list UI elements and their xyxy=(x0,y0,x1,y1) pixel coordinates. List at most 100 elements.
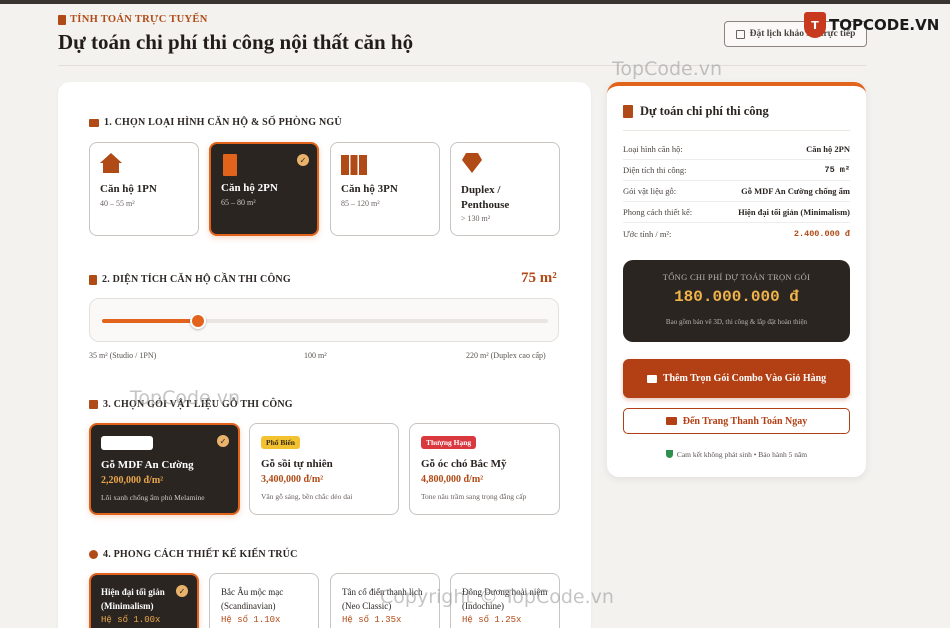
cart-icon xyxy=(646,374,657,383)
summary-title: Dự toán chi phí thi công xyxy=(623,104,769,119)
section-material-label: 3. CHỌN GÓI VẬT LIỆU GỖ THI CÔNG xyxy=(103,399,293,410)
window-top-strip xyxy=(0,0,950,4)
estimate-summary-card: Dự toán chi phí thi công Loại hình căn h… xyxy=(607,82,866,477)
material-price: 3,400,000 đ/m² xyxy=(261,474,324,485)
apartment-name: Căn hộ 1PN xyxy=(100,183,157,195)
house-icon xyxy=(100,153,122,173)
apartment-range: 40 – 55 m² xyxy=(100,199,135,208)
apartment-range: 65 – 80 m² xyxy=(221,198,256,207)
section-style-label: 4. PHONG CÁCH THIẾT KẾ KIẾN TRÚC xyxy=(103,549,298,560)
invoice-icon xyxy=(623,105,633,118)
watermark-logo: T TOPCODE.VN xyxy=(804,12,939,38)
row-key: Loại hình căn hộ: xyxy=(623,144,683,154)
material-name: Gỗ MDF An Cường xyxy=(101,459,194,471)
style-option-indochine[interactable]: Đông Dương hoài niệm (Indochine) Hệ số 1… xyxy=(450,573,560,628)
material-option-mdf[interactable]: ✓ Gỗ MDF An Cường 2,200,000 đ/m² Lõi xan… xyxy=(89,423,240,515)
area-slider-track[interactable] xyxy=(102,313,548,329)
summary-title-label: Dự toán chi phí thi công xyxy=(640,104,769,118)
apartment-option-duplex[interactable]: Duplex / Penthouse > 130 m² xyxy=(450,142,560,236)
summary-row-area: Diện tích thi công: 75 m² xyxy=(623,160,850,181)
ruler-icon xyxy=(89,274,97,285)
palette-icon xyxy=(89,550,98,559)
style-coef: Hệ số 1.10x xyxy=(221,615,281,625)
style-option-neoclassic[interactable]: Tân cổ điển thanh lịch (Neo Classic) Hệ … xyxy=(330,573,440,628)
row-key: Ước tính / m²: xyxy=(623,228,672,239)
style-coef: Hệ số 1.35x xyxy=(342,615,402,625)
total-cost-box: TỔNG CHI PHÍ DỰ TOÁN TRỌN GÓI 180.000.00… xyxy=(623,260,850,342)
page-eyebrow: TÍNH TOÁN TRỰC TUYẾN xyxy=(58,14,208,25)
row-key: Phong cách thiết kế: xyxy=(623,207,693,217)
style-option-minimalism[interactable]: ✓ Hiện đại tối giản (Minimalism) Hệ số 1… xyxy=(89,573,199,628)
section-apartment-title: 1. CHỌN LOẠI HÌNH CĂN HỘ & SỐ PHÒNG NGỦ xyxy=(89,117,342,128)
area-tick-mid: 100 m² xyxy=(304,351,327,360)
material-tag: Phổ Biến xyxy=(261,436,300,449)
gem-icon xyxy=(462,153,482,173)
apartment-name: Căn hộ 3PN xyxy=(341,183,398,195)
style-name: Tân cổ điển thanh lịch (Neo Classic) xyxy=(342,587,423,611)
row-value: Gỗ MDF An Cường chống ẩm xyxy=(741,186,850,196)
header-divider xyxy=(58,65,866,66)
page-title: Dự toán chi phí thi công nội thất căn hộ xyxy=(58,30,414,54)
style-coef: Hệ số 1.00x xyxy=(101,615,161,625)
section-apartment-label: 1. CHỌN LOẠI HÌNH CĂN HỘ & SỐ PHÒNG NGỦ xyxy=(104,117,342,128)
check-icon: ✓ xyxy=(217,435,229,447)
row-key: Gói vật liệu gỗ: xyxy=(623,186,677,196)
style-coef: Hệ số 1.25x xyxy=(462,615,522,625)
area-slider-fill xyxy=(102,319,199,323)
material-price: 4,800,000 đ/m² xyxy=(421,474,484,485)
area-tick-min: 35 m² (Studio / 1PN) xyxy=(89,351,157,360)
material-desc: Tone nâu trầm sang trọng đẳng cấp xyxy=(421,492,527,501)
apartment-name: Căn hộ 2PN xyxy=(221,182,278,194)
apartment-option-1pn[interactable]: Căn hộ 1PN 40 – 55 m² xyxy=(89,142,199,236)
watermark-logo-text: TOPCODE.VN xyxy=(829,16,940,34)
calendar-icon xyxy=(735,29,745,39)
section-area-label: 2. DIỆN TÍCH CĂN HỘ CẦN THI CÔNG xyxy=(102,274,291,285)
row-key: Diện tích thi công: xyxy=(623,165,687,175)
material-name: Gỗ óc chó Bắc Mỹ xyxy=(421,458,507,470)
area-value: 75 m² xyxy=(521,270,557,286)
style-name: Bắc Âu mộc mạc (Scandinavian) xyxy=(221,587,284,611)
shield-check-icon xyxy=(665,450,673,458)
apartment-range: 85 – 120 m² xyxy=(341,199,380,208)
apartment-range: > 130 m² xyxy=(461,214,491,223)
topcode-shield-icon: T xyxy=(804,12,826,38)
material-price: 2,200,000 đ/m² xyxy=(101,475,164,486)
total-label: TỔNG CHI PHÍ DỰ TOÁN TRỌN GÓI xyxy=(662,272,811,282)
summary-row-apartment: Loại hình căn hộ: Căn hộ 2PN xyxy=(623,139,850,160)
row-value: Căn hộ 2PN xyxy=(806,144,850,154)
material-option-walnut[interactable]: Thượng Hạng Gỗ óc chó Bắc Mỹ 4,800,000 đ… xyxy=(409,423,560,515)
guarantee-note: Cam kết không phát sinh • Bảo hành 5 năm xyxy=(607,450,866,459)
apartment-option-2pn[interactable]: ✓ Căn hộ 2PN 65 – 80 m² xyxy=(209,142,319,236)
layers-icon xyxy=(89,400,98,409)
apartment-option-3pn[interactable]: Căn hộ 3PN 85 – 120 m² xyxy=(330,142,440,236)
bed-icon xyxy=(89,118,99,127)
material-desc: Lõi xanh chống ẩm phủ Melamine xyxy=(101,493,205,502)
material-name: Gỗ sồi tự nhiên xyxy=(261,458,333,470)
summary-row-style: Phong cách thiết kế: Hiện đại tối giản (… xyxy=(623,202,850,223)
check-icon: ✓ xyxy=(176,585,188,597)
summary-row-material: Gói vật liệu gỗ: Gỗ MDF An Cường chống ẩ… xyxy=(623,181,850,202)
checkout-label: Đến Trang Thanh Toán Ngay xyxy=(682,415,808,427)
row-value: 75 m² xyxy=(824,165,850,175)
row-value: Hiện đại tối giản (Minimalism) xyxy=(738,207,850,217)
summary-divider xyxy=(623,130,850,131)
add-combo-to-cart-button[interactable]: Thêm Trọn Gói Combo Vào Giỏ Hàng xyxy=(623,359,850,398)
row-value: 2.400.000 đ xyxy=(793,228,850,239)
checkout-button[interactable]: Đến Trang Thanh Toán Ngay xyxy=(623,408,850,434)
apartment-name: Duplex / Penthouse xyxy=(461,184,510,211)
add-cart-label: Thêm Trọn Gói Combo Vào Giỏ Hàng xyxy=(662,373,827,384)
style-name: Hiện đại tối giản (Minimalism) xyxy=(101,587,165,611)
style-option-scandinavian[interactable]: Bắc Âu mộc mạc (Scandinavian) Hệ số 1.10… xyxy=(209,573,319,628)
summary-row-unit-price: Ước tính / m²: 2.400.000 đ xyxy=(623,223,850,244)
calculator-icon xyxy=(58,14,66,25)
building-icon xyxy=(223,154,237,176)
material-option-oak[interactable]: Phổ Biến Gỗ sồi tự nhiên 3,400,000 đ/m² … xyxy=(249,423,399,515)
city-buildings-icon xyxy=(341,155,367,175)
area-tick-max: 220 m² (Duplex cao cấp) xyxy=(466,351,546,360)
section-area-title: 2. DIỆN TÍCH CĂN HỘ CẦN THI CÔNG xyxy=(89,274,291,285)
guarantee-label: Cam kết không phát sinh • Bảo hành 5 năm xyxy=(676,450,808,459)
area-slider-thumb[interactable] xyxy=(190,313,207,329)
material-tag: Thượng Hạng xyxy=(421,436,477,449)
section-style-title: 4. PHONG CÁCH THIẾT KẾ KIẾN TRÚC xyxy=(89,549,298,560)
material-desc: Vân gỗ sáng, bền chắc dẻo dai xyxy=(261,492,353,501)
